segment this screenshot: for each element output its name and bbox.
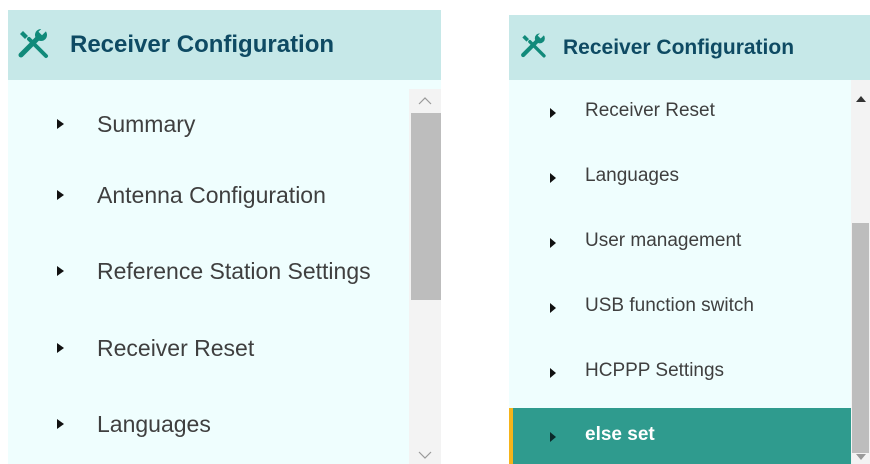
menu-item-label: Languages xyxy=(585,165,680,186)
menu-item-usb-function-switch[interactable]: USB function switch xyxy=(509,279,851,335)
menu-item-else-set[interactable]: else set xyxy=(509,408,851,464)
page-title: Receiver Configuration xyxy=(70,31,335,58)
menu-item-label: else set xyxy=(585,424,655,445)
menu-item-label: Receiver Reset xyxy=(97,335,255,361)
scrollbar[interactable] xyxy=(851,80,870,464)
caret-right-icon xyxy=(57,266,64,276)
menu-item-label: User management xyxy=(585,230,742,251)
menu-item-antenna-configuration[interactable]: Antenna Configuration xyxy=(8,175,409,215)
caret-right-icon xyxy=(550,368,556,378)
menu-item-hcppp-settings[interactable]: HCPPP Settings xyxy=(509,344,851,400)
menu-item-receiver-reset[interactable]: Receiver Reset xyxy=(8,328,409,368)
scroll-down-icon[interactable] xyxy=(854,450,867,462)
panel-header[interactable]: Receiver Configuration xyxy=(8,10,441,80)
menu-item-label: Reference Station Settings xyxy=(97,258,371,284)
tools-icon xyxy=(519,30,549,65)
scroll-down-icon[interactable] xyxy=(417,449,433,461)
menu-item-label: USB function switch xyxy=(585,295,754,316)
page-title: Receiver Configuration xyxy=(563,35,795,59)
menu-item-label: HCPPP Settings xyxy=(585,360,725,381)
menu-item-label: Antenna Configuration xyxy=(97,182,326,208)
receiver-config-panel-left: Receiver Configuration Summary Antenna C… xyxy=(8,10,441,464)
menu-item-label: Languages xyxy=(97,411,211,437)
scrollbar-thumb[interactable] xyxy=(411,113,441,300)
menu-item-languages[interactable]: Languages xyxy=(8,404,409,444)
scroll-up-icon[interactable] xyxy=(854,92,867,104)
menu-item-languages[interactable]: Languages xyxy=(509,149,851,205)
scrollbar-thumb[interactable] xyxy=(852,223,869,453)
menu-item-reference-station-settings[interactable]: Reference Station Settings xyxy=(8,251,409,291)
menu-item-label: Summary xyxy=(97,111,196,137)
menu-item-receiver-reset[interactable]: Receiver Reset xyxy=(509,84,851,140)
tools-icon xyxy=(16,25,52,66)
caret-right-icon xyxy=(550,303,556,313)
caret-right-icon xyxy=(57,343,64,353)
caret-right-icon xyxy=(57,419,64,429)
menu-item-summary[interactable]: Summary xyxy=(8,104,409,144)
menu-item-user-management[interactable]: User management xyxy=(509,214,851,270)
caret-right-icon xyxy=(550,173,556,183)
scroll-up-icon[interactable] xyxy=(417,95,433,107)
caret-right-icon xyxy=(57,190,64,200)
caret-right-icon xyxy=(57,119,64,129)
caret-right-icon xyxy=(550,108,556,118)
panel-header[interactable]: Receiver Configuration xyxy=(509,15,870,80)
scrollbar[interactable] xyxy=(409,89,441,464)
caret-right-icon xyxy=(550,432,556,442)
caret-right-icon xyxy=(550,238,556,248)
menu-item-label: Receiver Reset xyxy=(585,100,715,121)
receiver-config-panel-right: Receiver Configuration Receiver Reset La… xyxy=(509,15,870,464)
